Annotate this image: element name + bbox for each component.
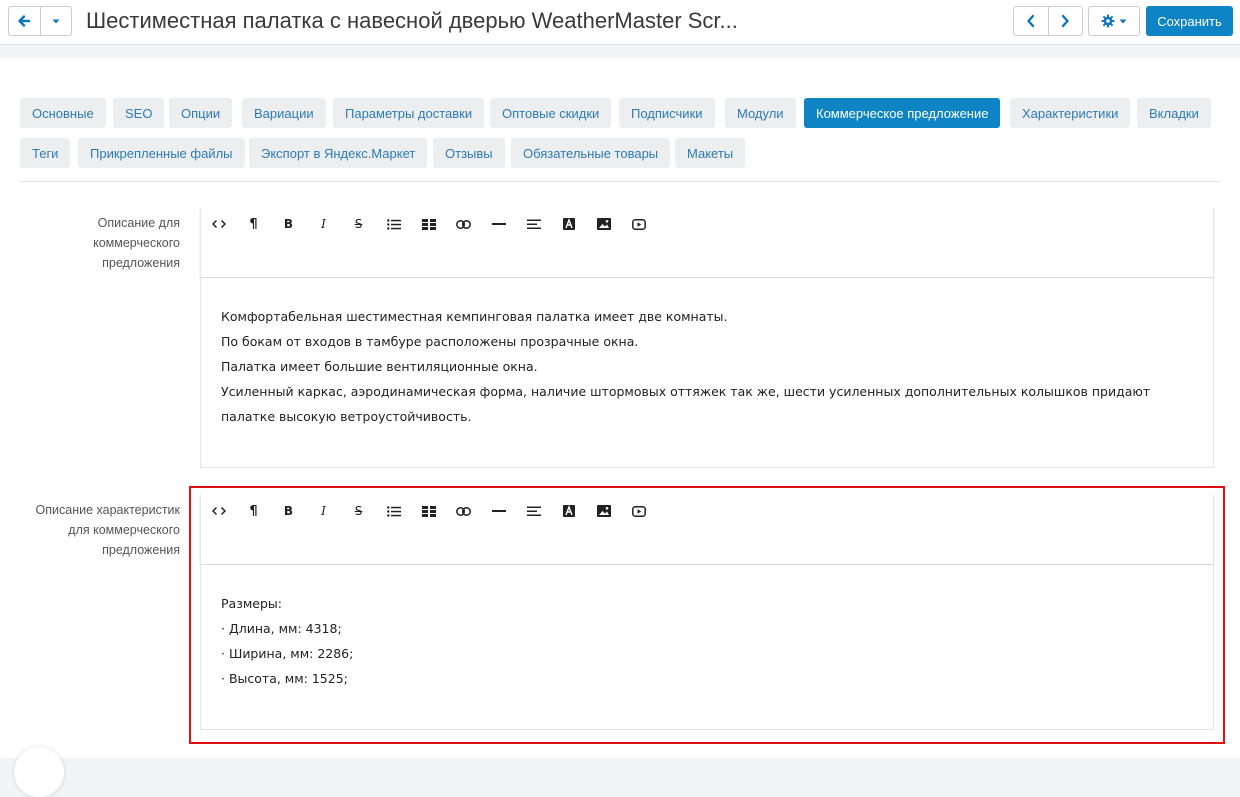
tab-layouts[interactable]: Макеты: [675, 138, 746, 168]
chevron-right-icon: [1062, 14, 1069, 28]
content-line: · Высота, мм: 1525;: [221, 671, 348, 686]
align-icon[interactable]: [516, 208, 551, 240]
tab-commercial-offer[interactable]: Коммерческое предложение: [804, 98, 1001, 128]
table-icon[interactable]: [411, 208, 446, 240]
gear-icon: [1101, 14, 1114, 28]
strikethrough-icon[interactable]: S: [341, 208, 376, 240]
prev-next-group: [1013, 6, 1083, 36]
video-icon[interactable]: [621, 495, 656, 527]
unordered-list-icon[interactable]: [376, 208, 411, 240]
horizontal-rule-icon[interactable]: [481, 208, 516, 240]
tab-tabs[interactable]: Вкладки: [1137, 98, 1211, 128]
tab-main[interactable]: Основные: [20, 98, 106, 128]
content-line: · Ширина, мм: 2286;: [221, 646, 354, 661]
image-icon[interactable]: [586, 495, 621, 527]
arrow-left-icon: [18, 15, 31, 27]
strikethrough-icon[interactable]: S: [341, 495, 376, 527]
font-color-icon[interactable]: [551, 495, 586, 527]
page-title: Шестиместная палатка с навесной дверью W…: [86, 8, 738, 33]
tab-options[interactable]: Опции: [169, 98, 233, 128]
tab-subscribers[interactable]: Подписчики: [619, 98, 715, 128]
tab-tags[interactable]: Теги: [20, 138, 71, 168]
link-icon[interactable]: [446, 495, 481, 527]
characteristics-description-editor: ¶ B I S Размеры: · Длина, мм: 4318; · Ши…: [200, 495, 1214, 730]
image-icon[interactable]: [586, 208, 621, 240]
offer-description-label: Описание для коммерческого предложения: [93, 216, 180, 270]
code-view-icon[interactable]: [201, 495, 236, 527]
chevron-left-icon: [1027, 14, 1034, 28]
italic-icon[interactable]: I: [306, 495, 341, 527]
table-icon[interactable]: [411, 495, 446, 527]
content-line: · Длина, мм: 4318;: [221, 621, 342, 636]
settings-button[interactable]: [1088, 6, 1140, 36]
tab-attached-files[interactable]: Прикрепленные файлы: [78, 138, 245, 168]
content-line: По бокам от входов в тамбуре расположены…: [221, 334, 639, 349]
tabs-divider: [20, 181, 1220, 182]
offer-description-editor: ¶ B I S Комфортабельная шестиместная кем…: [200, 208, 1214, 468]
video-icon[interactable]: [621, 208, 656, 240]
editor-toolbar: ¶ B I S: [200, 495, 1214, 565]
bold-icon[interactable]: B: [271, 495, 306, 527]
floating-circle: [14, 747, 64, 797]
editor-content[interactable]: Размеры: · Длина, мм: 4318; · Ширина, мм…: [200, 565, 1214, 730]
tab-required-products[interactable]: Обязательные товары: [511, 138, 671, 168]
content-line: Палатка имеет большие вентиляционные окн…: [221, 359, 538, 374]
content-line: Усиленный каркас, аэродинамическая форма…: [221, 384, 1151, 424]
tab-variations[interactable]: Вариации: [242, 98, 326, 128]
code-view-icon[interactable]: [201, 208, 236, 240]
font-color-icon[interactable]: [551, 208, 586, 240]
paragraph-icon[interactable]: ¶: [236, 208, 271, 240]
back-dropdown-button[interactable]: [39, 7, 72, 35]
tab-wholesale[interactable]: Оптовые скидки: [490, 98, 612, 128]
editor-content[interactable]: Комфортабельная шестиместная кемпинговая…: [200, 278, 1214, 468]
prev-button[interactable]: [1014, 7, 1048, 35]
tab-seo[interactable]: SEO: [113, 98, 165, 128]
caret-down-icon: [52, 19, 60, 24]
bold-icon[interactable]: B: [271, 208, 306, 240]
caret-down-icon: [1119, 19, 1126, 24]
next-button[interactable]: [1047, 7, 1083, 35]
italic-icon[interactable]: I: [306, 208, 341, 240]
content-line: Комфортабельная шестиместная кемпинговая…: [221, 309, 728, 324]
tab-yandex-export[interactable]: Экспорт в Яндекс.Маркет: [249, 138, 428, 168]
content-line: Размеры:: [221, 596, 282, 611]
editor-toolbar: ¶ B I S: [200, 208, 1214, 278]
tab-modules[interactable]: Модули: [725, 98, 796, 128]
paragraph-icon[interactable]: ¶: [236, 495, 271, 527]
align-icon[interactable]: [516, 495, 551, 527]
link-icon[interactable]: [446, 208, 481, 240]
characteristics-description-label: Описание характеристик для коммерческого…: [35, 503, 180, 557]
main-panel: Основные SEO Опции Вариации Параметры до…: [0, 58, 1240, 758]
save-button[interactable]: Сохранить: [1146, 6, 1233, 36]
horizontal-rule-icon[interactable]: [481, 495, 516, 527]
back-button[interactable]: [9, 7, 40, 35]
tab-delivery[interactable]: Параметры доставки: [333, 98, 485, 128]
tab-reviews[interactable]: Отзывы: [433, 138, 505, 168]
tab-characteristics[interactable]: Характеристики: [1010, 98, 1131, 128]
back-button-group: [8, 6, 72, 36]
top-header: Шестиместная палатка с навесной дверью W…: [0, 0, 1240, 45]
unordered-list-icon[interactable]: [376, 495, 411, 527]
